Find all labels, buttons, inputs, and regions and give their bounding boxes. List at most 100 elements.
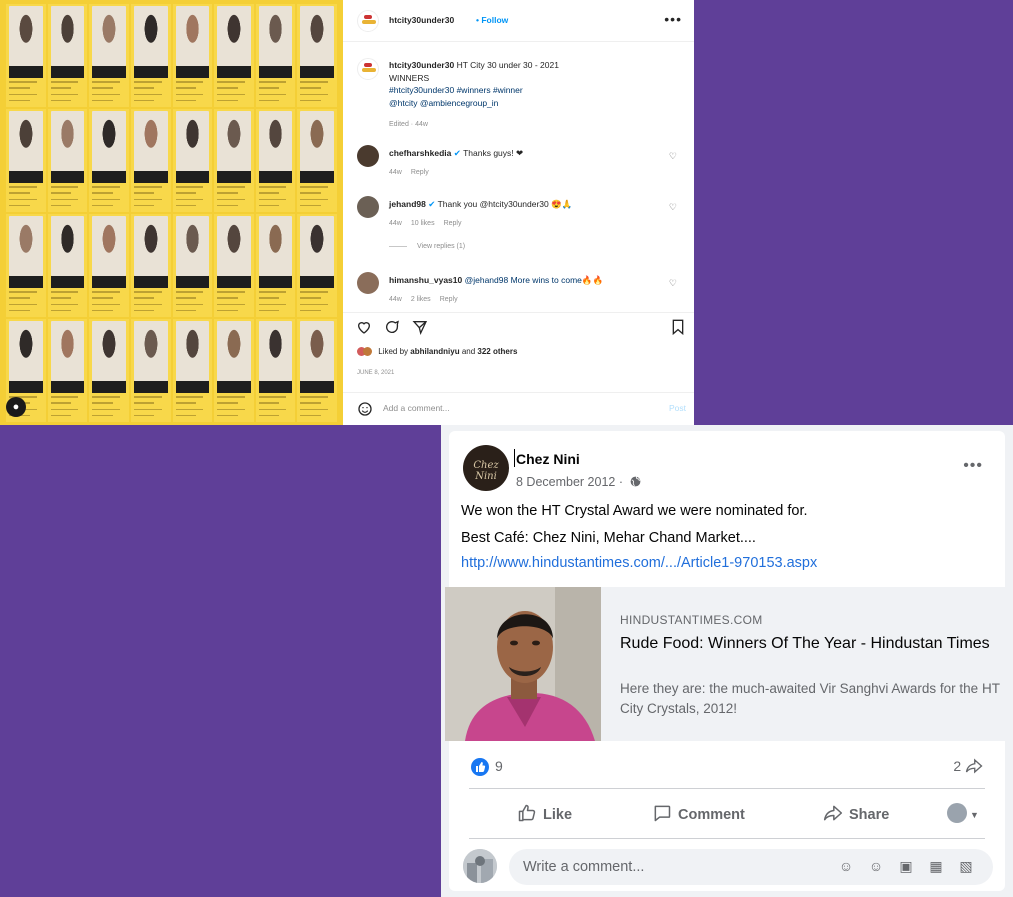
comment-icon[interactable] — [384, 319, 400, 335]
comment-label[interactable]: Comment — [678, 807, 745, 823]
winner-name-band — [9, 275, 43, 289]
commenter-avatar[interactable] — [357, 196, 379, 218]
winner-text-line — [133, 297, 155, 300]
winner-card — [255, 319, 296, 422]
winner-card — [172, 4, 213, 107]
share-icon[interactable] — [412, 319, 428, 335]
user-tag-icon[interactable]: ● — [6, 397, 26, 417]
heart-icon[interactable]: ♡ — [669, 151, 677, 162]
post-date[interactable]: 8 December 2012 · — [516, 475, 623, 489]
winner-text-line — [217, 81, 245, 83]
page-name[interactable]: Chez Nini — [514, 449, 580, 467]
ht-city-avatar[interactable] — [357, 10, 379, 32]
heart-icon[interactable]: ♡ — [669, 278, 677, 289]
comment-likes[interactable]: 2 likes — [411, 296, 431, 303]
winner-card — [172, 109, 213, 212]
caption-username[interactable]: htcity30under30 — [389, 60, 454, 70]
gif-icon[interactable]: ▦ — [927, 857, 945, 875]
follow-button[interactable]: • Follow — [476, 15, 508, 25]
sticker-icon[interactable]: ▧ — [957, 857, 975, 875]
article-link[interactable]: http://www.hindustantimes.com/.../Articl… — [461, 555, 817, 571]
shares-count[interactable]: 2 — [953, 758, 961, 774]
comment-likes[interactable]: 10 likes — [411, 220, 435, 227]
commenter-username[interactable]: jehand98 — [389, 199, 426, 209]
winner-text-line — [92, 402, 113, 405]
post-comment-button[interactable]: Post — [669, 403, 686, 413]
add-comment-input[interactable]: Add a comment... — [383, 403, 450, 413]
commenter-avatar[interactable] — [463, 849, 497, 883]
winner-name-band — [50, 65, 85, 79]
winner-card — [130, 109, 171, 212]
commenter-avatar[interactable] — [357, 272, 379, 294]
page-avatar[interactable]: Chez Nini — [463, 445, 509, 491]
more-options-icon[interactable]: ••• — [664, 11, 682, 27]
emoji-icon[interactable] — [357, 401, 373, 417]
caption-avatar[interactable] — [357, 58, 379, 80]
article-thumbnail[interactable] — [445, 587, 601, 741]
winner-text-line — [133, 198, 162, 201]
caption-mentions[interactable]: @htcity @ambiencegroup_in — [389, 98, 498, 108]
instagram-post-header: htcity30under30 • Follow ••• — [343, 0, 694, 42]
share-label[interactable]: Share — [849, 807, 889, 823]
facebook-post-card: Chez Nini Chez Nini 8 December 2012 · ••… — [445, 431, 1009, 891]
write-comment-input[interactable]: Write a comment... ☺ ☺ ▣ ▦ ▧ — [509, 849, 993, 885]
winner-name-band — [217, 380, 251, 394]
shares-summary[interactable]: 2 — [953, 758, 983, 774]
winner-text-line — [92, 291, 120, 293]
winner-photo — [175, 321, 210, 381]
liked-by-count[interactable]: 322 others — [477, 347, 517, 356]
winner-name-band — [9, 65, 43, 79]
comment-button[interactable]: Comment — [652, 803, 745, 823]
share-button[interactable]: Share — [823, 803, 889, 823]
reactions-count[interactable]: 9 — [495, 758, 503, 774]
bookmark-icon[interactable] — [671, 319, 685, 335]
winner-text-line — [133, 291, 162, 293]
winner-text-line — [258, 303, 287, 306]
heart-icon[interactable]: ♡ — [669, 202, 677, 213]
reply-button[interactable]: Reply — [411, 169, 429, 176]
reactions-summary[interactable]: 9 — [471, 758, 503, 777]
emoji-icon[interactable]: ☺ — [867, 857, 885, 875]
winner-text-line — [258, 192, 280, 195]
winner-text-line — [92, 81, 120, 83]
like-heart-icon[interactable] — [356, 319, 372, 335]
camera-icon[interactable]: ▣ — [897, 857, 915, 875]
globe-icon — [630, 476, 640, 487]
view-replies-button[interactable]: View replies (1) — [389, 243, 465, 250]
winner-text-line — [9, 198, 37, 201]
winner-text-line — [92, 87, 113, 90]
link-preview-card[interactable]: HINDUSTANTIMES.COM Rude Food: Winners Of… — [445, 587, 1009, 741]
winner-text-line — [133, 204, 155, 207]
winner-text-line — [92, 414, 113, 417]
winner-photo — [50, 321, 85, 381]
liker-avatar — [363, 347, 372, 357]
winner-text-line — [217, 414, 238, 417]
winner-photo — [133, 6, 168, 66]
post-timestamp[interactable]: 8 December 2012 · — [516, 475, 642, 489]
audience-selector[interactable]: ▼ — [947, 803, 979, 823]
reply-button[interactable]: Reply — [440, 296, 458, 303]
preview-title[interactable]: Rude Food: Winners Of The Year - Hindust… — [620, 633, 992, 654]
winner-card — [6, 109, 46, 212]
avatar-sticker-icon[interactable]: ☺ — [837, 857, 855, 875]
winner-name-band — [92, 65, 126, 79]
liked-by-user[interactable]: abhilandniyu — [410, 347, 459, 356]
winner-text-line — [175, 198, 204, 201]
avatar-logo-text: Chez Nini — [473, 460, 499, 482]
winner-text-line — [217, 309, 238, 312]
commenter-username[interactable]: chefharshkedia — [389, 148, 451, 158]
more-options-icon[interactable]: ••• — [963, 457, 983, 475]
winner-name-band — [50, 275, 85, 289]
like-button[interactable]: Like — [517, 803, 572, 823]
winner-text-line — [300, 81, 329, 83]
instagram-username[interactable]: htcity30under30 — [389, 15, 454, 25]
winner-name-band — [175, 170, 210, 184]
caption-hashtags[interactable]: #htcity30under30 #winners #winner — [389, 85, 523, 95]
commenter-avatar[interactable] — [357, 145, 379, 167]
commenter-username[interactable]: himanshu_vyas10 — [389, 275, 462, 285]
winner-card — [255, 109, 296, 212]
follow-label[interactable]: Follow — [481, 15, 508, 25]
like-label[interactable]: Like — [543, 807, 572, 823]
reply-button[interactable]: Reply — [444, 220, 462, 227]
winner-photo — [9, 6, 43, 66]
